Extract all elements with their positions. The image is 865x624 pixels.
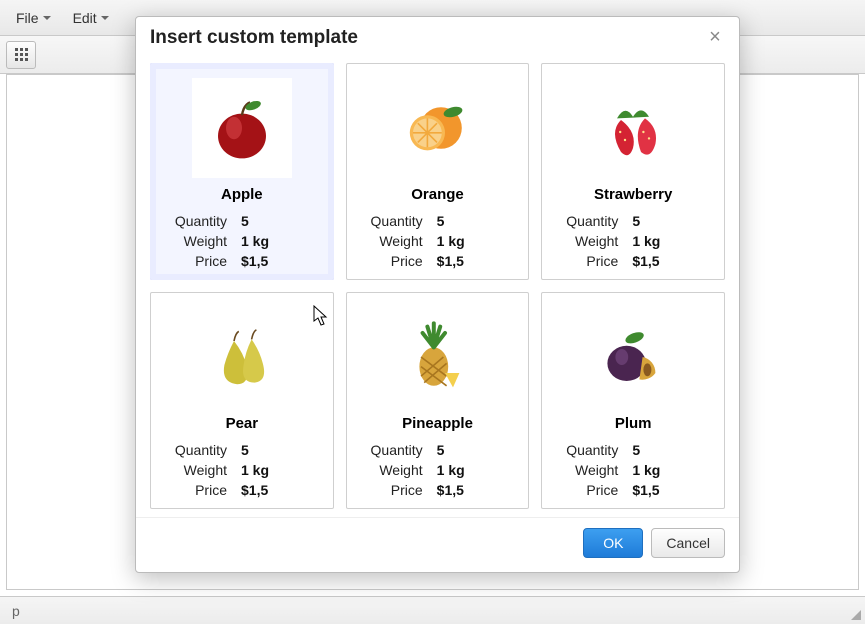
value-quantity: 5	[241, 213, 317, 229]
insert-template-dialog: Insert custom template × Apple Quantity …	[135, 16, 740, 573]
menu-file[interactable]: File	[6, 6, 61, 30]
plum-icon	[583, 307, 683, 407]
chevron-down-icon	[43, 16, 51, 20]
status-path: p	[12, 603, 20, 619]
label-weight: Weight	[558, 233, 618, 249]
pear-icon	[192, 307, 292, 407]
label-weight: Weight	[363, 462, 423, 478]
label-quantity: Quantity	[558, 213, 618, 229]
label-price: Price	[558, 253, 618, 269]
label-price: Price	[363, 482, 423, 498]
value-price: $1,5	[241, 253, 317, 269]
value-weight: 1 kg	[437, 233, 513, 249]
card-props: Quantity 5 Weight 1 kg Price $1,5	[552, 442, 714, 498]
strawberry-icon	[583, 78, 683, 178]
value-quantity: 5	[241, 442, 317, 458]
dialog-title: Insert custom template	[150, 27, 358, 49]
card-props: Quantity 5 Weight 1 kg Price $1,5	[357, 442, 519, 498]
template-card-apple[interactable]: Apple Quantity 5 Weight 1 kg Price $1,5	[150, 63, 334, 280]
card-title: Pear	[226, 415, 259, 432]
card-title: Strawberry	[594, 186, 672, 203]
value-quantity: 5	[632, 442, 708, 458]
label-price: Price	[167, 482, 227, 498]
card-props: Quantity 5 Weight 1 kg Price $1,5	[161, 442, 323, 498]
card-title: Apple	[221, 186, 263, 203]
template-card-plum[interactable]: Plum Quantity 5 Weight 1 kg Price $1,5	[541, 292, 725, 509]
value-quantity: 5	[437, 213, 513, 229]
value-weight: 1 kg	[632, 233, 708, 249]
label-quantity: Quantity	[167, 213, 227, 229]
value-price: $1,5	[437, 482, 513, 498]
card-title: Pineapple	[402, 415, 473, 432]
chevron-down-icon	[101, 16, 109, 20]
label-weight: Weight	[167, 462, 227, 478]
cancel-button[interactable]: Cancel	[651, 528, 725, 558]
orange-icon	[387, 78, 487, 178]
template-grid-button[interactable]	[6, 41, 36, 69]
value-price: $1,5	[632, 482, 708, 498]
card-props: Quantity 5 Weight 1 kg Price $1,5	[161, 213, 323, 269]
ok-button[interactable]: OK	[583, 528, 643, 558]
dialog-header: Insert custom template ×	[136, 17, 739, 55]
menu-edit[interactable]: Edit	[63, 6, 119, 30]
dialog-footer: OK Cancel	[136, 517, 739, 572]
statusbar: p	[0, 596, 865, 624]
label-weight: Weight	[167, 233, 227, 249]
resize-grip-icon[interactable]	[849, 608, 861, 620]
value-price: $1,5	[437, 253, 513, 269]
label-weight: Weight	[363, 233, 423, 249]
value-weight: 1 kg	[632, 462, 708, 478]
label-quantity: Quantity	[363, 442, 423, 458]
value-quantity: 5	[632, 213, 708, 229]
close-icon[interactable]: ×	[705, 28, 725, 48]
label-price: Price	[363, 253, 423, 269]
grid-icon	[15, 48, 28, 61]
template-card-pineapple[interactable]: Pineapple Quantity 5 Weight 1 kg Price $…	[346, 292, 530, 509]
value-weight: 1 kg	[437, 462, 513, 478]
template-card-orange[interactable]: Orange Quantity 5 Weight 1 kg Price $1,5	[346, 63, 530, 280]
value-weight: 1 kg	[241, 233, 317, 249]
value-weight: 1 kg	[241, 462, 317, 478]
label-quantity: Quantity	[167, 442, 227, 458]
menu-edit-label: Edit	[73, 10, 97, 26]
value-quantity: 5	[437, 442, 513, 458]
template-card-pear[interactable]: Pear Quantity 5 Weight 1 kg Price $1,5	[150, 292, 334, 509]
pineapple-icon	[387, 307, 487, 407]
card-props: Quantity 5 Weight 1 kg Price $1,5	[552, 213, 714, 269]
card-title: Orange	[411, 186, 464, 203]
template-card-strawberry[interactable]: Strawberry Quantity 5 Weight 1 kg Price …	[541, 63, 725, 280]
menu-file-label: File	[16, 10, 39, 26]
value-price: $1,5	[632, 253, 708, 269]
value-price: $1,5	[241, 482, 317, 498]
label-quantity: Quantity	[363, 213, 423, 229]
card-props: Quantity 5 Weight 1 kg Price $1,5	[357, 213, 519, 269]
card-title: Plum	[615, 415, 652, 432]
apple-icon	[192, 78, 292, 178]
label-price: Price	[558, 482, 618, 498]
label-quantity: Quantity	[558, 442, 618, 458]
label-price: Price	[167, 253, 227, 269]
template-grid: Apple Quantity 5 Weight 1 kg Price $1,5	[136, 55, 739, 517]
label-weight: Weight	[558, 462, 618, 478]
